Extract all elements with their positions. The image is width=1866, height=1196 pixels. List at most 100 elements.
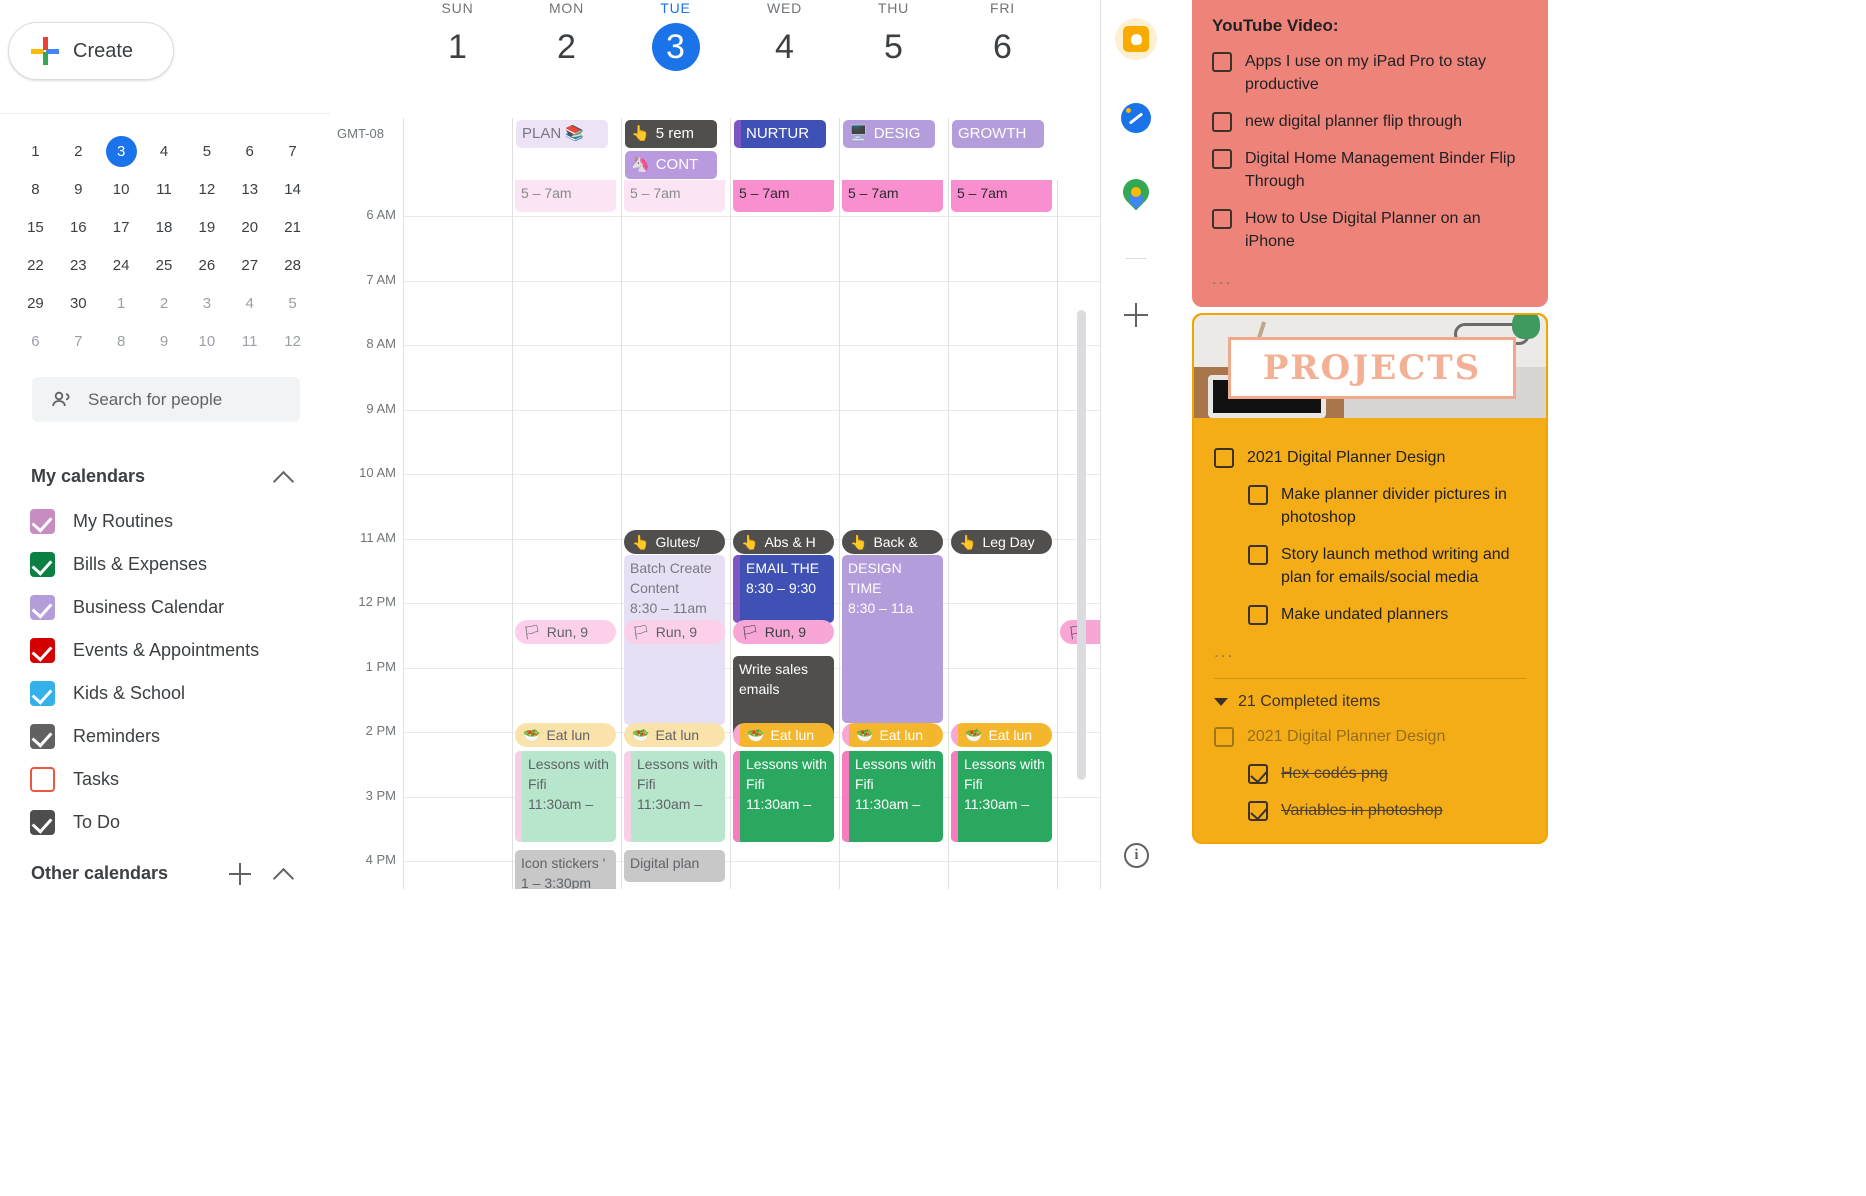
keep-checklist-item[interactable]: Make planner divider pictures in photosh… [1248,483,1526,529]
calendar-scrollbar[interactable] [1077,310,1086,780]
calendar-event[interactable]: DESIGN TIME 8:30 – 11a [842,555,943,723]
calendar-checkbox[interactable] [30,509,55,534]
time-grid[interactable]: Morning Routine: drink water,5 – 7amMorn… [403,180,1100,889]
mini-month-day[interactable]: 18 [143,208,186,246]
calendar-checkbox[interactable] [30,810,55,835]
mini-month-day[interactable]: 7 [57,322,100,360]
keep-checkbox[interactable] [1212,149,1232,169]
all-day-event[interactable]: NURTUR [734,120,826,148]
mini-month-day[interactable]: 14 [271,170,314,208]
mini-month-day[interactable]: 29 [14,284,57,322]
keep-completed-item[interactable]: 2021 Digital Planner Design [1214,725,1526,748]
mini-month-day[interactable]: 7 [271,132,314,170]
calendar-event[interactable]: 🥗 Eat lun [951,723,1052,747]
all-day-event[interactable]: 🦄 CONT [625,151,717,179]
mini-month-day[interactable]: 3 [185,284,228,322]
calendar-event[interactable]: 👆 Abs & H [733,530,834,554]
mini-month-day[interactable]: 8 [14,170,57,208]
mini-month-calendar[interactable]: 1 2 3 4 5 6 7 8 9 10 11 12 13 14 15 16 17 18 19 20 21 22 23 24 2… [14,132,314,360]
sidebar-calendar-item[interactable]: To Do [30,801,320,844]
calendar-event[interactable]: Morning Routine: drink water,5 – 7am [624,180,725,212]
mini-month-day[interactable]: 11 [143,170,186,208]
all-day-event[interactable]: GROWTH [952,120,1044,148]
mini-month-day[interactable]: 20 [228,208,271,246]
day-header[interactable]: MON 2 [512,0,621,118]
calendar-event[interactable]: Lessons with Fifi 11:30am – [842,751,943,842]
add-app-icon[interactable] [1124,303,1148,327]
calendar-event[interactable]: Icon stickers ' 1 – 3:30pm [515,850,616,889]
calendar-event[interactable]: 🏳 Run, 9 [733,620,834,644]
calendar-event[interactable]: Lessons with Fifi 11:30am – [624,751,725,842]
day-header[interactable]: SUN 1 [403,0,512,118]
mini-month-day[interactable]: 16 [57,208,100,246]
calendar-event[interactable]: 🥗 Eat lun [842,723,943,747]
all-day-row[interactable]: PLAN 📚 👆 5 rem 🦄 CONT NURTUR 🖥️ DESIG GROWTH [403,118,1100,180]
day-number[interactable]: 4 [730,23,839,71]
mini-month-day[interactable]: 5 [185,132,228,170]
mini-month-day[interactable]: 22 [14,246,57,284]
mini-month-day[interactable]: 12 [185,170,228,208]
all-day-event[interactable]: PLAN 📚 [516,120,608,148]
keep-checklist-item[interactable]: How to Use Digital Planner on an iPhone [1212,207,1528,253]
day-header[interactable]: WED 4 [730,0,839,118]
info-icon[interactable]: i [1124,843,1149,868]
add-other-calendar-icon[interactable] [229,863,251,885]
mini-month-day[interactable]: 4 [143,132,186,170]
calendar-event[interactable]: 🥗 Eat lun [515,723,616,747]
mini-month-day[interactable]: 1 [100,284,143,322]
keep-completed-item[interactable]: Hex codés png [1248,762,1526,785]
calendar-event[interactable]: Lessons with Fifi 11:30am – [733,751,834,842]
mini-month-day[interactable]: 30 [57,284,100,322]
keep-checklist-item[interactable]: Apps I use on my iPad Pro to stay produc… [1212,50,1528,96]
mini-month-day[interactable]: 28 [271,246,314,284]
mini-month-day[interactable]: 6 [228,132,271,170]
day-header[interactable]: FRI 6 [948,0,1057,118]
mini-month-day[interactable]: 8 [100,322,143,360]
calendar-checkbox[interactable] [30,767,55,792]
keep-checkbox[interactable] [1248,801,1268,821]
keep-more-dots[interactable]: ... [1212,269,1528,289]
calendar-checkbox[interactable] [30,595,55,620]
calendar-event[interactable]: Lessons with Fifi 11:30am – [951,751,1052,842]
calendar-event[interactable]: Digital plan [624,850,725,882]
calendar-checkbox[interactable] [30,681,55,706]
tasks-icon[interactable] [1115,97,1157,139]
keep-checkbox[interactable] [1214,448,1234,468]
keep-checkbox[interactable] [1212,52,1232,72]
calendar-event[interactable]: Morning Routine: drink water,5 – 7am [842,180,943,212]
sidebar-calendar-item[interactable]: Bills & Expenses [30,543,320,586]
calendar-checkbox[interactable] [30,552,55,577]
day-number[interactable]: 2 [512,23,621,71]
day-number[interactable]: 6 [948,23,1057,71]
mini-month-day[interactable]: 10 [100,170,143,208]
calendar-event[interactable]: Lessons with Fifi 11:30am – [515,751,616,842]
completed-items-toggle[interactable]: 21 Completed items [1214,693,1526,711]
all-day-event[interactable]: 🖥️ DESIG [843,120,935,148]
calendar-event[interactable]: Morning Routine: drink water,5 – 7am [733,180,834,212]
sidebar-calendar-item[interactable]: Business Calendar [30,586,320,629]
keep-checkbox[interactable] [1248,485,1268,505]
mini-month-day[interactable]: 27 [228,246,271,284]
mini-month-day[interactable]: 1 [14,132,57,170]
calendar-event[interactable]: Morning Routine: drink water,5 – 7am [951,180,1052,212]
search-people-input[interactable]: Search for people [32,377,300,422]
my-calendars-collapse-icon[interactable] [273,467,295,489]
day-header[interactable]: TUE 3 [621,0,730,118]
calendar-checkbox[interactable] [30,724,55,749]
calendar-event[interactable]: 🥗 Eat lun [733,723,834,747]
maps-icon[interactable] [1115,173,1157,215]
keep-checkbox[interactable] [1214,727,1234,747]
calendar-checkbox[interactable] [30,638,55,663]
mini-month-day[interactable]: 17 [100,208,143,246]
calendar-event[interactable]: EMAIL THE 8:30 – 9:30 [733,555,834,623]
mini-month-day[interactable]: 2 [143,284,186,322]
mini-month-day[interactable]: 26 [185,246,228,284]
keep-checkbox[interactable] [1212,112,1232,132]
day-header[interactable]: THU 5 [839,0,948,118]
mini-month-day[interactable]: 2 [57,132,100,170]
keep-checkbox[interactable] [1248,545,1268,565]
mini-month-day[interactable]: 6 [14,322,57,360]
keep-completed-item[interactable]: Variables in photoshop [1248,799,1526,822]
other-calendars-collapse-icon[interactable] [273,864,295,886]
keep-checkbox[interactable] [1212,209,1232,229]
